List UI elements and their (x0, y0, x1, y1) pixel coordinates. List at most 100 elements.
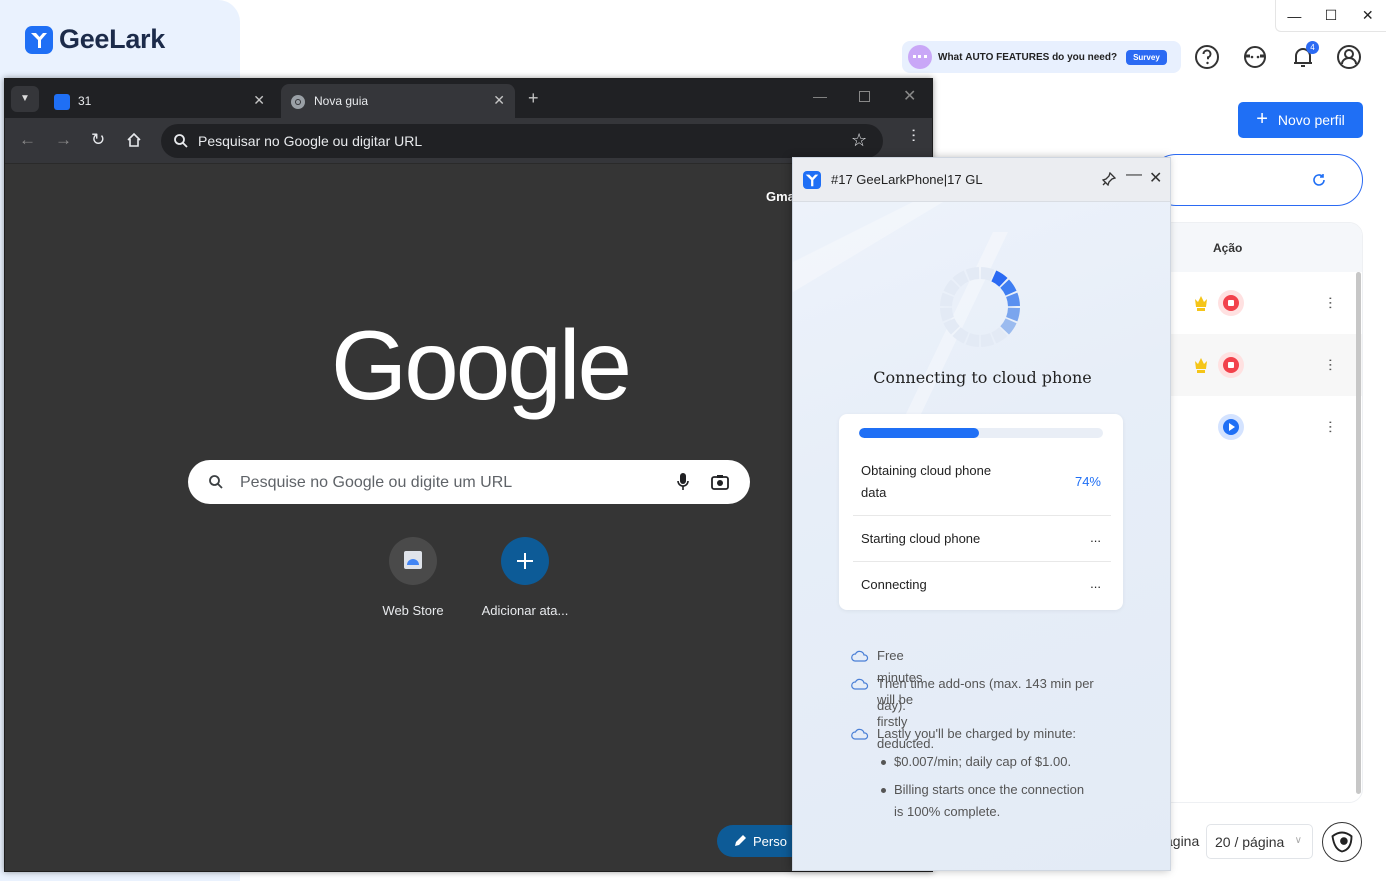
cloud-icon (851, 728, 869, 740)
step-status: ... (1090, 530, 1101, 545)
survey-prompt: What AUTO FEATURES do you need? (938, 51, 1118, 63)
help-icon[interactable] (1194, 44, 1220, 70)
stop-button[interactable] (1218, 290, 1244, 316)
add-shortcut-icon (501, 537, 549, 585)
maximize-icon[interactable] (859, 91, 870, 102)
google-search-box[interactable]: Pesquise no Google ou digite um URL (188, 460, 750, 504)
chrome-favicon-icon (291, 95, 305, 109)
home-icon[interactable] (126, 132, 142, 148)
maximize-button[interactable]: ☐ (1313, 0, 1350, 31)
window-controls: — ☐ ✕ (1275, 0, 1386, 32)
step-percent: 74% (1074, 474, 1101, 489)
minimize-icon[interactable]: — (813, 88, 827, 104)
step-status: ... (1090, 576, 1101, 591)
cloud-icon (851, 678, 869, 690)
survey-banner[interactable]: What AUTO FEATURES do you need? Survey (902, 41, 1181, 73)
refresh-icon[interactable] (1310, 171, 1328, 189)
minimize-button[interactable]: — (1276, 0, 1313, 31)
step-obtaining-data: Obtaining cloud phone data 74% (853, 458, 1111, 516)
close-tab-icon[interactable]: ✕ (493, 92, 505, 109)
geelark-logo-text: GeeLark (59, 24, 165, 54)
search-icon (174, 134, 188, 148)
new-profile-label: Novo perfil (1277, 112, 1345, 128)
step-label: Obtaining cloud phone data (861, 463, 992, 500)
plus-icon: + (1256, 107, 1268, 130)
tab-title: Nova guia (314, 94, 369, 108)
tab-title: 31 (78, 94, 92, 108)
reload-icon[interactable]: ↻ (91, 130, 105, 150)
survey-button[interactable]: Survey (1126, 49, 1167, 65)
dialog-title: #17 GeeLarkPhone|17 GL (831, 172, 983, 187)
bullet-dot (881, 760, 886, 765)
chat-bubble-icon (908, 45, 932, 69)
crown-icon (1195, 358, 1207, 373)
play-button[interactable] (1218, 414, 1244, 440)
close-tab-icon[interactable]: ✕ (253, 92, 265, 109)
more-icon[interactable]: ⋯ (1323, 420, 1339, 434)
web-store-icon (389, 537, 437, 585)
geelark-logo-icon (25, 25, 53, 54)
tab-31[interactable]: 31 ✕ (45, 84, 275, 118)
forward-icon[interactable]: → (55, 130, 72, 150)
shortcut-label: Adicionar ata... (481, 603, 569, 618)
tab-new-tab[interactable]: Nova guia ✕ (281, 84, 515, 118)
loading-spinner-icon (940, 267, 1020, 347)
stop-button[interactable] (1218, 352, 1244, 378)
minimize-icon[interactable]: — (1126, 166, 1142, 184)
table-row[interactable]: ⋯ (1151, 272, 1362, 334)
shortcut-add[interactable]: Adicionar ata... (470, 537, 580, 618)
spinner-segment (980, 267, 995, 281)
pin-icon[interactable] (1102, 172, 1116, 186)
cloud-phone-dialog: #17 GeeLarkPhone|17 GL — ✕ Connecting to… (792, 157, 1171, 871)
geelark-logo: GeeLark (25, 24, 165, 55)
progress-bar (859, 428, 1103, 438)
new-profile-button[interactable]: + Novo perfil (1238, 102, 1363, 138)
table-row[interactable]: ⋯ (1151, 396, 1362, 458)
camera-icon[interactable] (710, 473, 730, 491)
step-label: Starting cloud phone (861, 531, 981, 546)
step-starting-phone: Starting cloud phone ... (853, 516, 1111, 562)
close-button[interactable]: ✕ (1349, 0, 1386, 31)
spinner-segment (940, 307, 954, 322)
geelark-favicon-icon (54, 94, 70, 110)
microphone-icon[interactable] (676, 472, 690, 492)
page-size-select[interactable]: 20 / página ∨ (1206, 824, 1313, 859)
connecting-heading: Connecting to cloud phone (873, 368, 1092, 387)
gmail-link[interactable]: Gma (766, 189, 795, 204)
spinner-segment (1006, 307, 1020, 322)
chrome-menu-icon[interactable]: ⋯ (904, 128, 922, 143)
close-icon[interactable]: ✕ (1149, 168, 1162, 188)
back-icon[interactable]: ← (19, 130, 36, 150)
address-bar[interactable]: Pesquisar no Google ou digitar URL ☆ (161, 124, 883, 158)
bookmark-star-icon[interactable]: ☆ (851, 130, 867, 151)
spinner-segment (980, 333, 995, 347)
user-avatar-icon[interactable] (1336, 44, 1362, 70)
pencil-icon (735, 835, 746, 846)
support-fab-icon[interactable] (1322, 822, 1362, 862)
more-icon[interactable]: ⋯ (1323, 296, 1339, 310)
profile-search-input[interactable] (1150, 154, 1363, 206)
notification-badge: 4 (1306, 41, 1319, 54)
tab-search-button[interactable]: ▼ (11, 86, 39, 112)
customer-service-icon[interactable] (1242, 44, 1268, 70)
progress-card: Obtaining cloud phone data 74% Starting c… (839, 414, 1123, 610)
shortcut-label: Web Store (382, 603, 444, 618)
bullet-dot (881, 788, 886, 793)
close-icon[interactable]: ✕ (903, 86, 916, 106)
table-row[interactable]: ⋯ (1151, 334, 1362, 396)
spinner-segment (1006, 292, 1020, 307)
chevron-down-icon: ∨ (1294, 835, 1302, 846)
more-icon[interactable]: ⋯ (1323, 358, 1339, 372)
spinner-segment (940, 292, 954, 307)
progress-bar-fill (859, 428, 979, 438)
new-tab-icon[interactable]: + (528, 88, 539, 109)
cloud-icon (851, 650, 869, 662)
search-icon (209, 475, 223, 489)
column-header-action: Ação (1213, 241, 1243, 255)
crown-icon (1195, 296, 1207, 311)
spinner-segment (965, 267, 980, 281)
geelark-logo-icon (803, 171, 821, 189)
shortcut-web-store[interactable]: Web Store (358, 537, 468, 618)
table-scrollbar[interactable] (1356, 272, 1361, 794)
dialog-titlebar[interactable]: #17 GeeLarkPhone|17 GL — ✕ (793, 158, 1170, 202)
